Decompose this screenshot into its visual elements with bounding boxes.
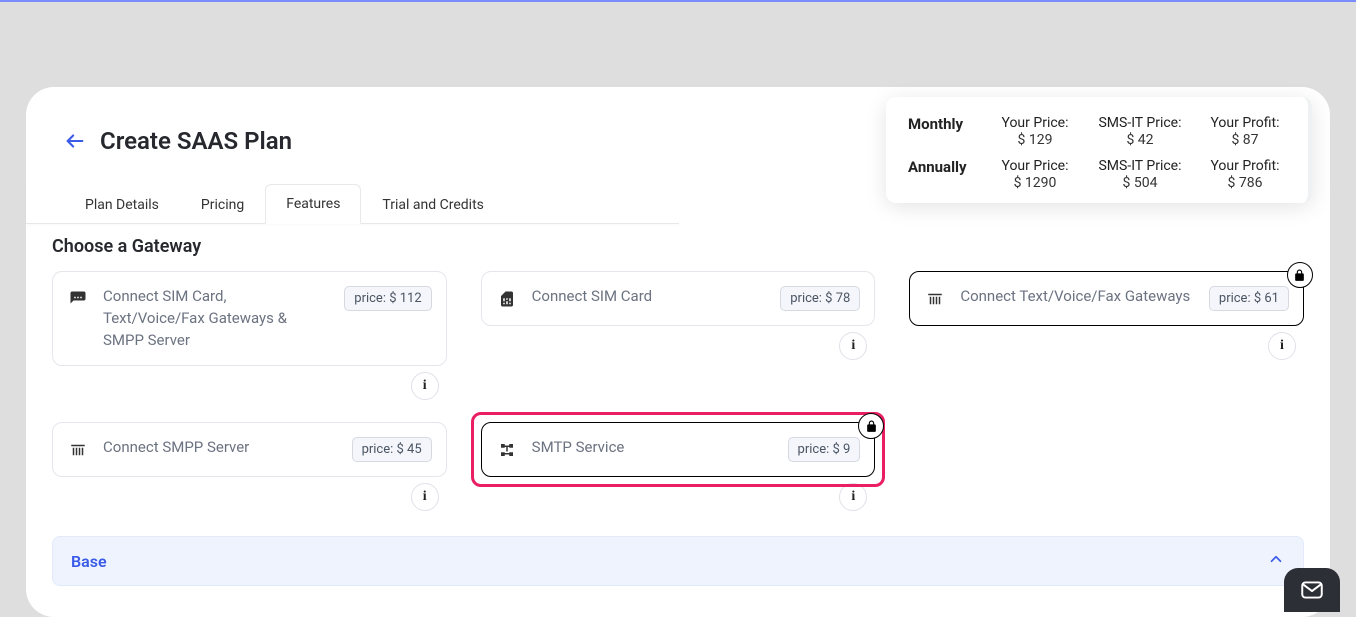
section-title: Choose a Gateway — [26, 224, 1330, 257]
sim-icon — [496, 288, 518, 310]
info-button[interactable]: i — [411, 372, 439, 400]
back-arrow-icon[interactable] — [64, 130, 86, 152]
info-button[interactable]: i — [1268, 332, 1296, 360]
info-button[interactable]: i — [839, 483, 867, 511]
gateway-card-sim-text-voice-fax-smpp[interactable]: Connect SIM Card, Text/Voice/Fax Gateway… — [52, 271, 447, 366]
summary-annually-your-price: Your Price: $ 1290 — [990, 158, 1080, 191]
tab-plan-details[interactable]: Plan Details — [64, 185, 180, 224]
summary-annually-smsit-price: SMS-IT Price: $ 504 — [1090, 158, 1190, 191]
tree-icon — [496, 439, 518, 461]
summary-annually-profit: Your Profit: $ 786 — [1200, 158, 1290, 191]
gateway-price: price: $ 78 — [780, 286, 860, 311]
lock-icon — [858, 413, 884, 439]
gate-icon — [67, 439, 89, 461]
summary-monthly-smsit-price: SMS-IT Price: $ 42 — [1090, 115, 1190, 148]
gateway-card-smpp-server[interactable]: Connect SMPP Server price: $ 45 — [52, 422, 447, 477]
lock-icon — [1287, 262, 1313, 288]
help-mail-button[interactable] — [1284, 568, 1340, 612]
gateway-price: price: $ 45 — [352, 437, 432, 462]
gateway-label: Connect SMPP Server — [103, 437, 338, 459]
accordion-title: Base — [71, 552, 107, 571]
summary-monthly-your-price: Your Price: $ 129 — [990, 115, 1080, 148]
accordion-base[interactable]: Base — [52, 536, 1304, 586]
info-button[interactable]: i — [411, 483, 439, 511]
tab-pricing[interactable]: Pricing — [180, 185, 265, 224]
gateway-label: Connect SIM Card, Text/Voice/Fax Gateway… — [103, 286, 330, 351]
pricing-summary-card: Monthly Your Price: $ 129 SMS-IT Price: … — [886, 97, 1312, 203]
chat-icon — [67, 288, 89, 310]
tabs: Plan Details Pricing Features Trial and … — [26, 183, 679, 224]
gateway-grid: Connect SIM Card, Text/Voice/Fax Gateway… — [26, 271, 1330, 511]
gateway-price: price: $ 9 — [788, 437, 861, 462]
summary-period-monthly: Monthly — [908, 115, 980, 148]
summary-monthly-profit: Your Profit: $ 87 — [1200, 115, 1290, 148]
gateway-card-smtp-service[interactable]: SMTP Service price: $ 9 — [481, 422, 876, 477]
gateway-label: Connect Text/Voice/Fax Gateways — [960, 286, 1195, 308]
chevron-up-icon — [1267, 550, 1285, 572]
gateway-price: price: $ 112 — [344, 286, 431, 311]
gate-icon — [924, 288, 946, 310]
page-title: Create SAAS Plan — [100, 127, 292, 155]
gateway-label: SMTP Service — [532, 437, 774, 459]
gateway-card-sim-card[interactable]: Connect SIM Card price: $ 78 — [481, 271, 876, 326]
gateway-price: price: $ 61 — [1209, 286, 1289, 311]
gateway-label: Connect SIM Card — [532, 286, 767, 308]
tab-features[interactable]: Features — [265, 184, 361, 224]
gateway-card-text-voice-fax-gateways[interactable]: Connect Text/Voice/Fax Gateways price: $… — [909, 271, 1304, 326]
info-button[interactable]: i — [839, 332, 867, 360]
tab-trial-credits[interactable]: Trial and Credits — [361, 185, 504, 224]
summary-period-annually: Annually — [908, 158, 980, 191]
main-panel: Monthly Your Price: $ 129 SMS-IT Price: … — [26, 87, 1330, 617]
